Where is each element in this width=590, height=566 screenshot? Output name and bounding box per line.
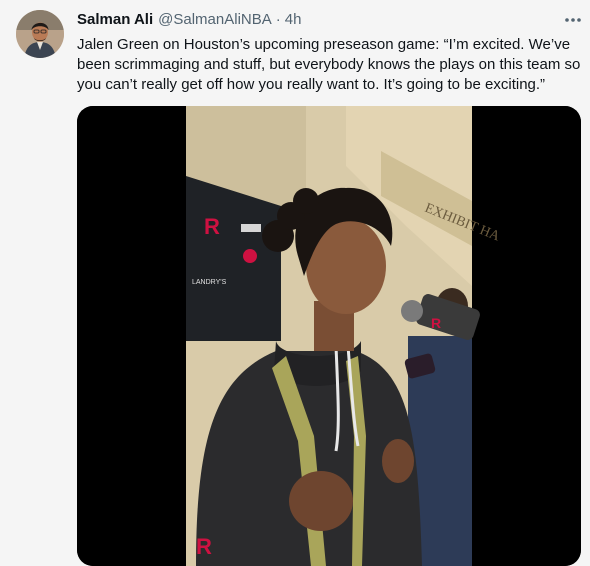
svg-text:R: R [196, 534, 212, 559]
separator-dot: · [275, 11, 281, 28]
rockets-logo: R [204, 214, 220, 239]
video-player[interactable]: EXHIBIT HA R LANDRY'S R R [77, 106, 581, 566]
author-display-name[interactable]: Salman Ali [77, 11, 153, 28]
more-button[interactable] [561, 10, 585, 30]
sponsor-logo: LANDRY'S [192, 279, 227, 286]
author-handle[interactable]: @SalmanAliNBA [158, 11, 272, 28]
avatar[interactable] [16, 10, 64, 58]
svg-text:R: R [431, 315, 441, 331]
tweet-text: Jalen Green on Houston’s upcoming presea… [77, 36, 581, 93]
tweet[interactable]: Salman Ali @SalmanAliNBA · 4h Jalen Gree… [0, 0, 590, 566]
timestamp[interactable]: 4h [285, 11, 302, 28]
more-horizontal-icon [565, 18, 581, 22]
tweet-header: Salman Ali @SalmanAliNBA · 4h [77, 11, 301, 31]
avatar-photo [16, 10, 64, 58]
video-frame: EXHIBIT HA R LANDRY'S R R [77, 106, 581, 566]
